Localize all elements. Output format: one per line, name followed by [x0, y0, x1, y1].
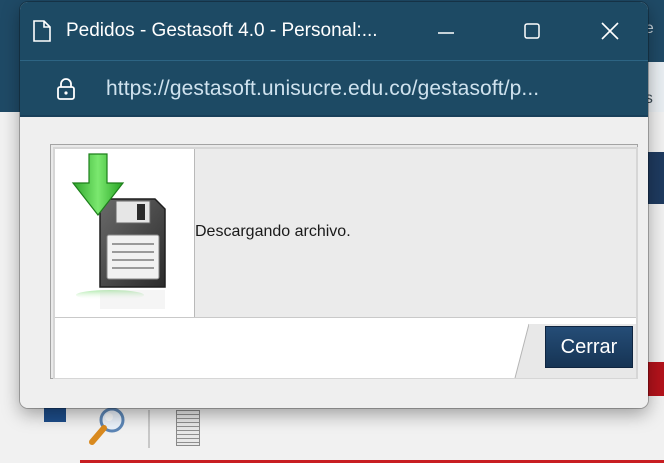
download-message: Descargando archivo. [195, 223, 351, 240]
minimize-icon[interactable] [426, 16, 466, 46]
window-title: Pedidos - Gestasoft 4.0 - Personal:... [66, 20, 378, 41]
maximize-icon[interactable] [512, 16, 552, 46]
download-dialog-frame: Descargando archivo. Cerrar [53, 147, 638, 379]
lock-icon[interactable] [56, 77, 76, 101]
toolbar-separator [148, 410, 150, 448]
close-dialog-button[interactable]: Cerrar [545, 326, 633, 368]
floppy-download-icon [71, 153, 166, 309]
url-text: https://gestasoft.unisucre.edu.co/gestas… [106, 77, 540, 100]
window-titlebar: Pedidos - Gestasoft 4.0 - Personal:... [20, 2, 648, 60]
search-icon[interactable] [86, 404, 128, 448]
dialog-icon-cell [55, 149, 195, 317]
document-icon[interactable] [176, 410, 200, 446]
popup-window: Pedidos - Gestasoft 4.0 - Personal:... h… [20, 2, 648, 408]
download-dialog: Descargando archivo. Cerrar [50, 144, 638, 379]
dialog-footer: Cerrar [55, 317, 636, 378]
window-content: Descargando archivo. Cerrar [20, 117, 648, 408]
document-icon [33, 20, 51, 42]
address-bar: https://gestasoft.unisucre.edu.co/gestas… [20, 60, 648, 117]
close-icon[interactable] [590, 16, 630, 46]
dialog-message-cell: Descargando archivo. [195, 149, 636, 317]
